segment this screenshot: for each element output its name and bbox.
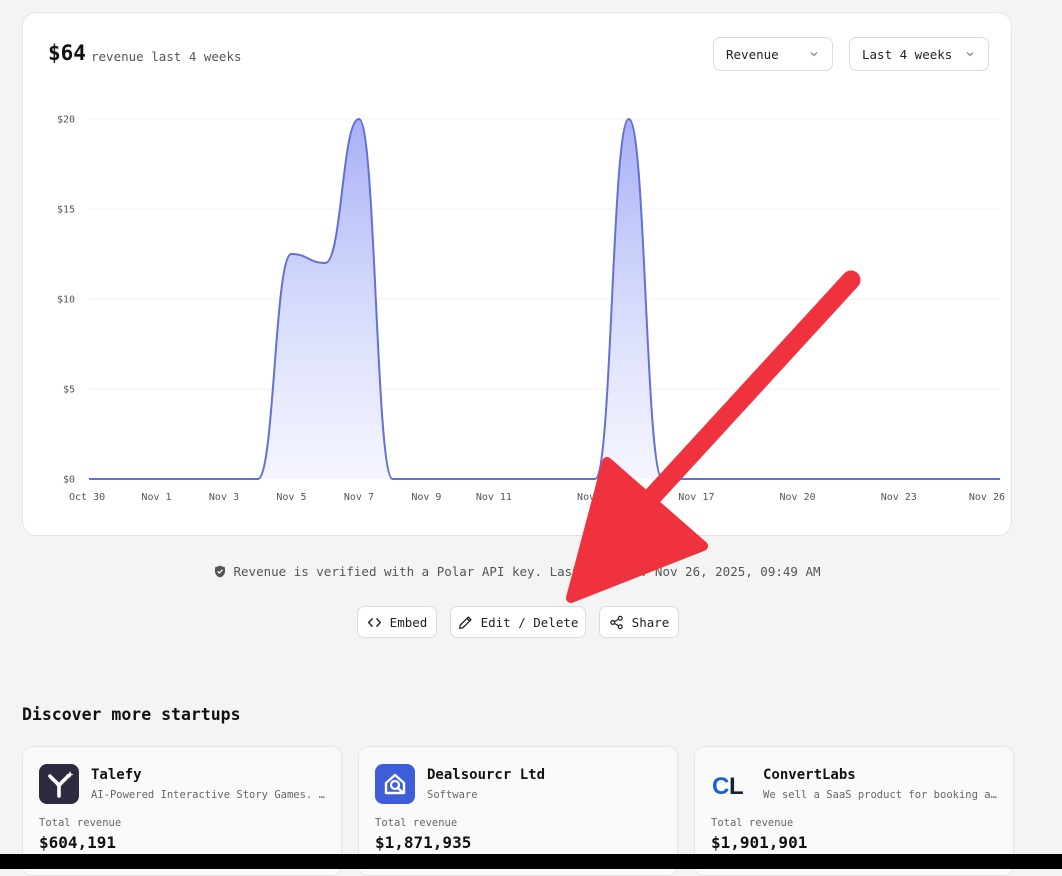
revenue-area-chart: $0 $5 $10 $15 $20 Oct 30 Nov 1 Nov 3 Nov 5 Nov 7 N… <box>57 115 1005 504</box>
total-revenue-label: Total revenue <box>375 817 458 829</box>
embed-label: Embed <box>389 614 428 630</box>
discover-title: Discover more startups <box>22 705 241 724</box>
x-tick-label: Nov 14 <box>577 492 613 503</box>
revenue-chart-card: $64 revenue last 4 weeks Revenue Last 4 … <box>22 12 1012 536</box>
x-tick-label: Nov 11 <box>476 492 512 503</box>
y-tick-label: $15 <box>57 205 75 216</box>
logo-letter-c: C <box>712 773 729 800</box>
y-tick-label: $5 <box>63 385 75 396</box>
total-revenue-value: $1,871,935 <box>375 833 472 852</box>
total-revenue-label: Total revenue <box>711 817 794 829</box>
x-tick-label: Nov 17 <box>678 492 714 503</box>
startup-name: ConvertLabs <box>763 767 856 783</box>
convertlabs-logo: C L <box>711 764 751 804</box>
startup-name: Talefy <box>91 767 142 783</box>
y-tick-label: $20 <box>57 115 75 126</box>
x-tick-label: Nov 3 <box>209 492 239 503</box>
x-tick-label: Nov 9 <box>411 492 441 503</box>
search-house-logo-icon <box>375 764 415 804</box>
bottom-edge-bar <box>0 854 1062 869</box>
total-revenue-label: Total revenue <box>39 817 122 829</box>
total-revenue-value: $604,191 <box>39 833 117 852</box>
share-button[interactable]: Share <box>599 606 679 638</box>
x-tick-label: Nov 26 <box>969 492 1005 503</box>
edit-delete-button[interactable]: Edit / Delete <box>450 606 586 638</box>
x-tick-label: Nov 1 <box>141 492 171 503</box>
talefy-logo-icon <box>39 764 79 804</box>
verification-note: Revenue is verified with a Polar API key… <box>0 564 1034 579</box>
x-tick-label: Nov 5 <box>276 492 306 503</box>
startup-name: Dealsourcr Ltd <box>427 767 546 783</box>
x-tick-label: Nov 23 <box>881 492 917 503</box>
y-tick-label: $0 <box>63 475 75 486</box>
x-tick-label: Nov 20 <box>779 492 815 503</box>
startup-description: We sell a SaaS product for booking and s… <box>763 789 1003 801</box>
edit-delete-label: Edit / Delete <box>480 614 579 630</box>
pencil-icon <box>458 615 472 629</box>
shield-check-icon <box>214 565 225 578</box>
y-tick-label: $10 <box>57 295 75 306</box>
code-icon <box>367 617 381 627</box>
x-tick-label: Oct 30 <box>69 492 105 503</box>
logo-letter-l: L <box>729 773 744 800</box>
total-revenue-value: $1,901,901 <box>711 833 808 852</box>
verification-text: Revenue is verified with a Polar API key… <box>233 564 821 579</box>
startup-description: Software <box>427 789 478 801</box>
share-icon <box>609 615 623 629</box>
embed-button[interactable]: Embed <box>357 606 437 638</box>
share-label: Share <box>631 614 670 630</box>
x-tick-label: Nov 7 <box>344 492 374 503</box>
startup-description: AI-Powered Interactive Story Games. Imme… <box>91 789 331 801</box>
